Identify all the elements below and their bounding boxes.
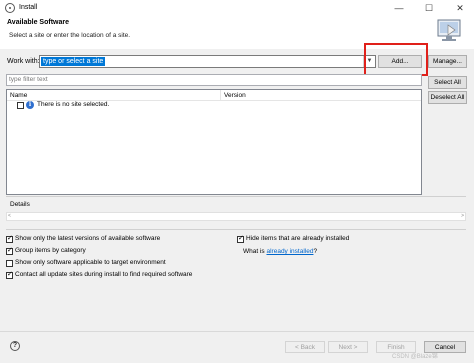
hide-installed-checkbox[interactable] xyxy=(237,234,244,243)
banner-title: Available Software xyxy=(7,19,69,26)
info-icon: i xyxy=(26,101,34,109)
software-table[interactable]: Name Version i There is no site selected… xyxy=(6,89,422,195)
banner-subtitle: Select a site or enter the location of a… xyxy=(9,32,131,39)
target-environment-label: Show only software applicable to target … xyxy=(15,259,166,266)
eclipse-icon xyxy=(5,3,15,13)
highlight-annotation xyxy=(364,43,428,76)
group-by-category-checkbox[interactable] xyxy=(6,246,13,255)
work-with-label: Work with: xyxy=(7,58,40,65)
column-header-version[interactable]: Version xyxy=(221,90,421,101)
question-suffix: ? xyxy=(313,248,318,255)
what-is-text: What is xyxy=(243,248,265,255)
window-title: Install xyxy=(19,4,38,11)
hide-installed-label: Hide items that are already installed xyxy=(246,235,350,242)
filter-placeholder: type filter text xyxy=(9,76,48,83)
minimize-button[interactable]: — xyxy=(388,0,410,17)
manage-button[interactable]: Manage... xyxy=(428,55,467,68)
details-label: Details xyxy=(10,201,30,208)
watermark: CSDN @Blaze锦 xyxy=(392,354,438,360)
table-row-checkbox[interactable] xyxy=(17,102,24,109)
work-with-value[interactable]: type or select a site xyxy=(41,57,106,66)
select-all-button[interactable]: Select All xyxy=(428,76,467,89)
latest-versions-label: Show only the latest versions of availab… xyxy=(15,235,161,242)
deselect-all-button[interactable]: Deselect All xyxy=(428,91,467,104)
already-installed-line: What is already installed? xyxy=(243,248,317,255)
no-site-message: There is no site selected. xyxy=(37,101,110,108)
install-wizard-icon xyxy=(437,19,461,41)
group-by-category-label: Group items by category xyxy=(15,247,86,254)
back-button[interactable]: < Back xyxy=(285,341,325,353)
filter-input[interactable]: type filter text xyxy=(6,74,422,86)
close-button[interactable]: ✕ xyxy=(449,0,471,17)
column-header-name[interactable]: Name xyxy=(7,90,221,101)
next-button[interactable]: Next > xyxy=(328,341,368,353)
target-environment-checkbox[interactable] xyxy=(6,260,13,267)
contact-sites-checkbox[interactable] xyxy=(6,270,13,279)
latest-versions-checkbox[interactable] xyxy=(6,234,13,243)
maximize-button[interactable]: ☐ xyxy=(418,0,440,17)
already-installed-link[interactable]: already installed xyxy=(266,248,313,255)
work-with-combo[interactable]: type or select a site ▼ xyxy=(39,55,376,68)
contact-sites-label: Contact all update sites during install … xyxy=(15,271,193,278)
details-scrollbar[interactable]: < > xyxy=(6,212,466,221)
help-icon[interactable]: ? xyxy=(10,341,20,351)
